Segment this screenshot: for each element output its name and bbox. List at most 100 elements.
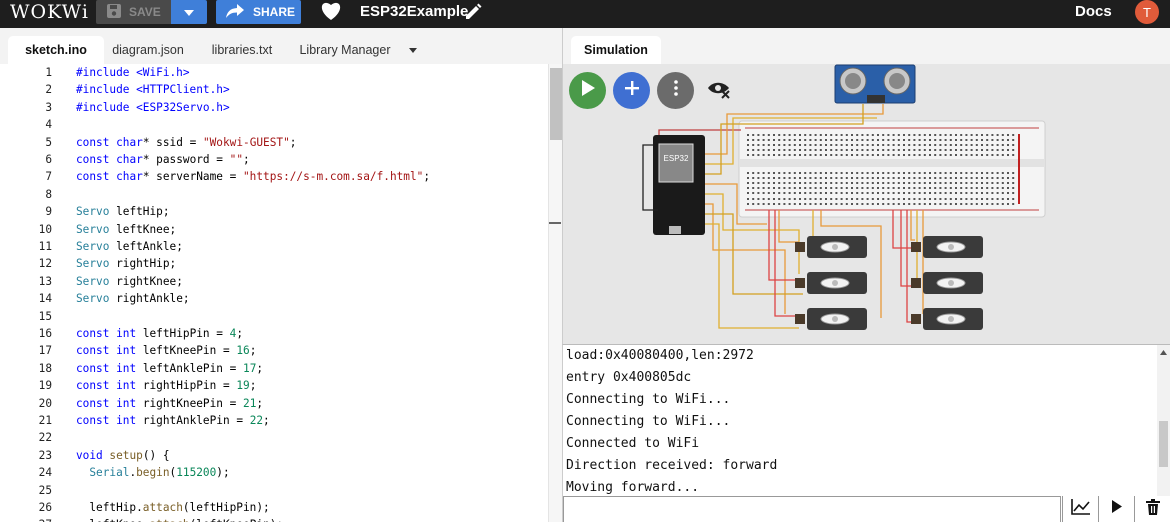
line-number: 13: [38, 274, 52, 288]
save-label: SAVE: [129, 5, 161, 19]
code-text: const int rightHipPin = 19;: [76, 379, 257, 393]
line-number: 20: [38, 396, 52, 410]
tab-libraries-txt[interactable]: libraries.txt: [196, 36, 288, 64]
avatar[interactable]: T: [1135, 0, 1159, 24]
code-line[interactable]: 10 Servo leftKnee;: [0, 221, 548, 238]
docs-link[interactable]: Docs: [1075, 3, 1112, 20]
console-line: entry 0x400805dc: [566, 370, 692, 385]
servo-motor: [911, 308, 983, 330]
code-text: #include <HTTPClient.h>: [76, 83, 230, 97]
console-line: Direction received: forward: [566, 458, 778, 473]
line-number: 8: [45, 187, 52, 201]
simulation-pane: Simulation ESP32: [562, 28, 1170, 344]
console-line: Connecting to WiFi...: [566, 392, 731, 407]
code-text: const int rightKneePin = 21;: [76, 396, 264, 410]
code-line[interactable]: 21 const int rightAnklePin = 22;: [0, 412, 548, 429]
save-button[interactable]: SAVE: [96, 0, 171, 24]
code-line[interactable]: 2 #include <HTTPClient.h>: [0, 81, 548, 98]
trash-icon: [1145, 498, 1160, 520]
servo-motor: [795, 308, 867, 330]
code-line[interactable]: 12 Servo rightHip;: [0, 255, 548, 272]
line-number: 17: [38, 344, 52, 358]
share-button[interactable]: SHARE: [216, 0, 301, 24]
code-line[interactable]: 6 const char* password = "";: [0, 151, 548, 168]
breadboard: [738, 120, 1046, 218]
serial-monitor: load:0x40080400,len:2972 entry 0x400805dc…: [562, 344, 1170, 497]
line-number: 7: [45, 170, 52, 184]
wokwi-logo[interactable]: WOKWi: [10, 0, 89, 24]
code-line[interactable]: 26 leftHip.attach(leftHipPin);: [0, 499, 548, 516]
line-number: 1: [45, 66, 52, 79]
clear-console-button[interactable]: [1134, 496, 1170, 522]
editor-tabs: sketch.ino diagram.json libraries.txt Li…: [0, 28, 562, 64]
code-text: Servo leftKnee;: [76, 222, 177, 236]
code-line[interactable]: 4: [0, 116, 548, 133]
tab-diagram-json[interactable]: diagram.json: [104, 36, 192, 64]
share-label: SHARE: [253, 5, 296, 19]
code-text: Servo rightHip;: [76, 257, 177, 271]
line-number: 9: [45, 205, 52, 219]
code-line[interactable]: 15: [0, 308, 548, 325]
code-text: const char* ssid = "Wokwi-GUEST";: [76, 135, 297, 149]
code-line[interactable]: 1 #include <WiFi.h>: [0, 64, 548, 81]
line-number: 27: [0, 516, 52, 522]
line-number: 23: [38, 448, 52, 462]
code-line[interactable]: 24 Serial.begin(115200);: [0, 464, 548, 481]
code-line[interactable]: 14 Servo rightAnkle;: [0, 290, 548, 307]
console-line: load:0x40080400,len:2972: [566, 348, 754, 363]
code-line[interactable]: 25: [0, 482, 548, 499]
code-line[interactable]: 17 const int leftKneePin = 16;: [0, 342, 548, 359]
heart-icon[interactable]: [320, 1, 342, 26]
tab-library-manager[interactable]: Library Manager: [292, 36, 398, 64]
line-number: 5: [45, 135, 52, 149]
circuit-diagram: ESP32: [642, 64, 1046, 330]
send-button[interactable]: [1098, 496, 1134, 522]
code-text: const char* serverName = "https://s-m.co…: [76, 170, 431, 184]
serial-input[interactable]: [563, 496, 1061, 522]
code-line[interactable]: 5 const char* ssid = "Wokwi-GUEST";: [0, 134, 548, 151]
serial-monitor-scrollbar-thumb[interactable]: [1159, 421, 1168, 467]
esp32-board: ESP32: [653, 135, 705, 235]
code-line[interactable]: 23 void setup() {: [0, 447, 548, 464]
ultrasonic-sensor: [834, 64, 916, 104]
code-line[interactable]: 13 Servo rightKnee;: [0, 273, 548, 290]
console-line: Connecting to WiFi...: [566, 414, 731, 429]
save-dropdown-button[interactable]: [170, 0, 207, 24]
tabs-menu-caret-icon[interactable]: [404, 36, 422, 64]
code-line[interactable]: 11 Servo leftAnkle;: [0, 238, 548, 255]
line-number: 11: [38, 240, 52, 253]
code-text: Servo leftAnkle;: [76, 240, 183, 253]
tab-simulation[interactable]: Simulation: [571, 36, 661, 64]
code-text: #include <WiFi.h>: [76, 66, 190, 79]
save-icon: [106, 3, 122, 22]
line-number: 15: [38, 309, 52, 323]
plotter-button[interactable]: [1062, 496, 1098, 522]
code-line[interactable]: 27 leftKnee.attach(leftKneePin);: [0, 516, 548, 522]
code-text: const char* password = "";: [76, 153, 250, 166]
svg-text:ESP32: ESP32: [664, 154, 689, 163]
chart-icon: [1070, 498, 1091, 520]
minimap-marker: [549, 222, 561, 224]
serial-monitor-scrollbar[interactable]: [1157, 345, 1170, 497]
code-line[interactable]: 18 const int leftAnklePin = 17;: [0, 360, 548, 377]
play-icon: [1111, 500, 1122, 518]
simulation-canvas[interactable]: ESP32: [563, 64, 1170, 344]
pencil-icon[interactable]: [464, 3, 482, 26]
code-line[interactable]: 3 #include <ESP32Servo.h>: [0, 99, 548, 116]
line-number: 19: [38, 379, 52, 393]
console-line: Connected to WiFi: [566, 436, 700, 451]
project-title[interactable]: ESP32Example: [360, 3, 468, 20]
editor-scrollbar[interactable]: [548, 64, 562, 522]
code-line[interactable]: 9 Servo leftHip;: [0, 203, 548, 220]
code-line[interactable]: 16 const int leftHipPin = 4;: [0, 325, 548, 342]
code-line[interactable]: 7 const char* serverName = "https://s-m.c…: [0, 168, 548, 185]
save-group: SAVE: [96, 0, 207, 24]
code-editor[interactable]: 1 #include <WiFi.h> 2 #include <HTTPClient.…: [0, 64, 548, 522]
tab-sketch-ino[interactable]: sketch.ino: [8, 36, 104, 64]
code-line[interactable]: 19 const int rightHipPin = 19;: [0, 377, 548, 394]
code-line[interactable]: 22: [0, 429, 548, 446]
editor-scrollbar-thumb[interactable]: [550, 68, 562, 140]
code-line[interactable]: 20 const int rightKneePin = 21;: [0, 395, 548, 412]
code-line[interactable]: 8: [0, 186, 548, 203]
line-number: 12: [38, 257, 52, 271]
